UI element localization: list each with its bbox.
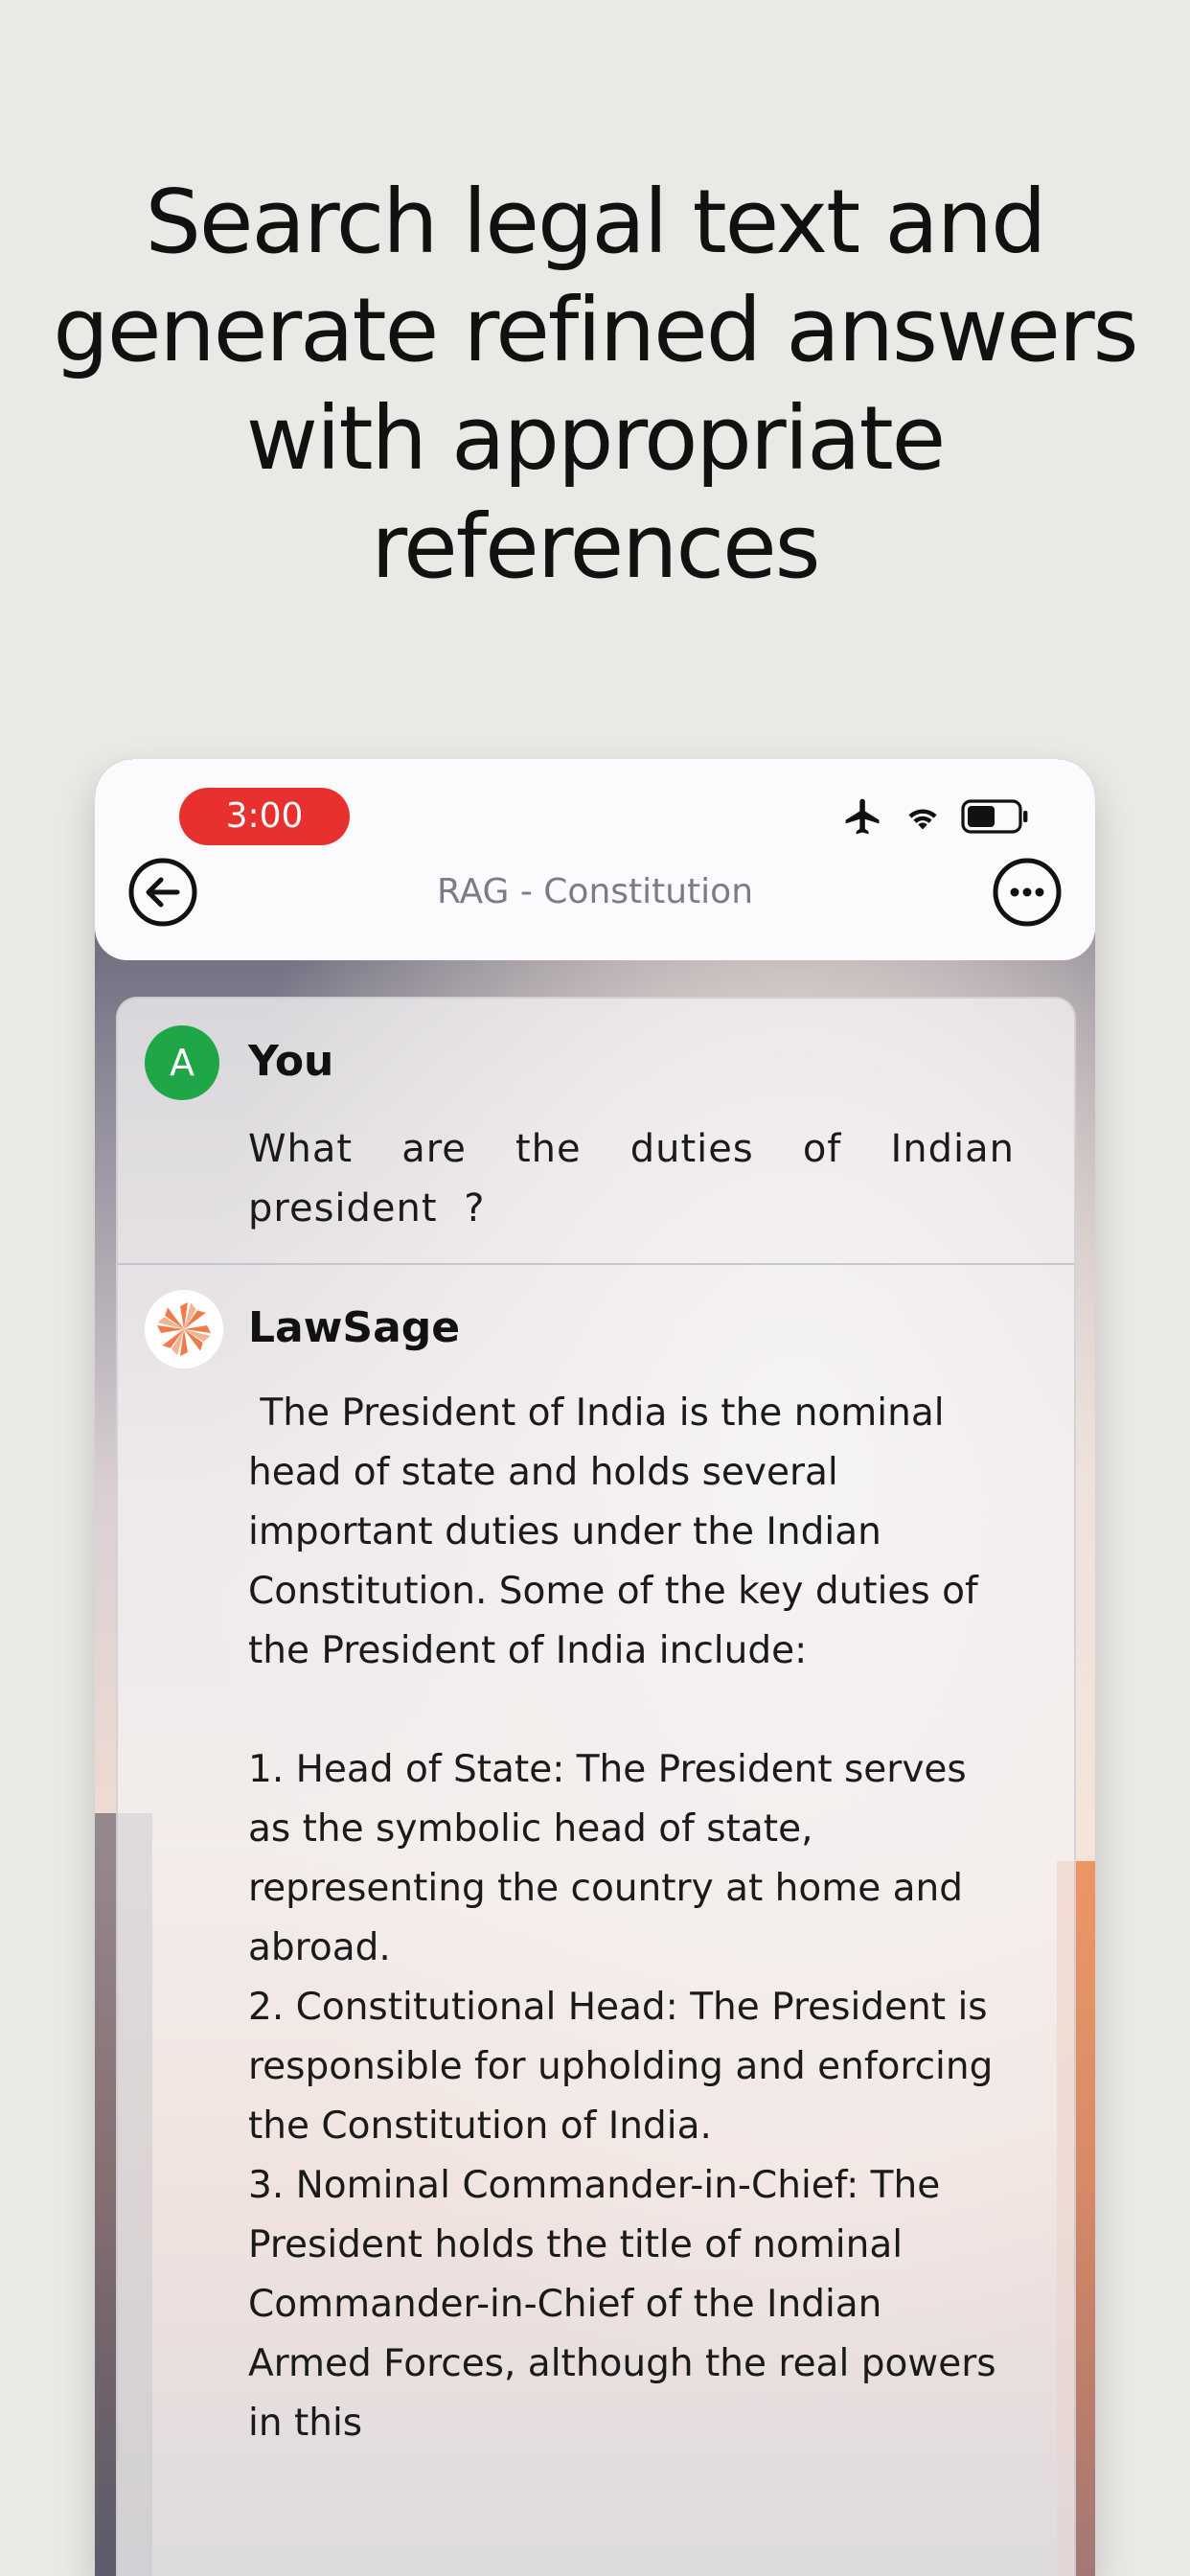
chat-thread: A You What are the duties of Indian pres…: [116, 997, 1076, 2576]
battery-icon: [961, 797, 1030, 836]
back-arrow-icon: [128, 858, 197, 927]
wifi-icon: [902, 799, 944, 834]
message-sender: You: [248, 1037, 334, 1086]
top-bar: 3:00 RAG - Constitution: [95, 759, 1095, 960]
user-avatar: A: [145, 1025, 219, 1100]
message-text: What are the duties of Indian president …: [248, 1127, 1041, 1230]
back-button[interactable]: [127, 857, 198, 928]
lawsage-avatar: [145, 1290, 223, 1368]
message-text: The President of India is the nominal he…: [248, 1392, 996, 2445]
page-title: RAG - Constitution: [436, 872, 754, 911]
status-time: 3:00: [179, 788, 350, 845]
message-sender: LawSage: [248, 1303, 461, 1352]
headline: Search legal text and generate refined a…: [53, 171, 1138, 598]
status-icons: [842, 795, 1030, 838]
more-options-button[interactable]: [992, 857, 1063, 928]
message-user: A You What are the duties of Indian pres…: [118, 999, 1074, 1265]
more-options-icon: [993, 858, 1062, 927]
lawsage-logo-icon: [157, 1302, 211, 1356]
airplane-icon: [842, 795, 884, 838]
phone-screen: 3:00 RAG - Constitution A You What are t…: [95, 759, 1095, 2576]
